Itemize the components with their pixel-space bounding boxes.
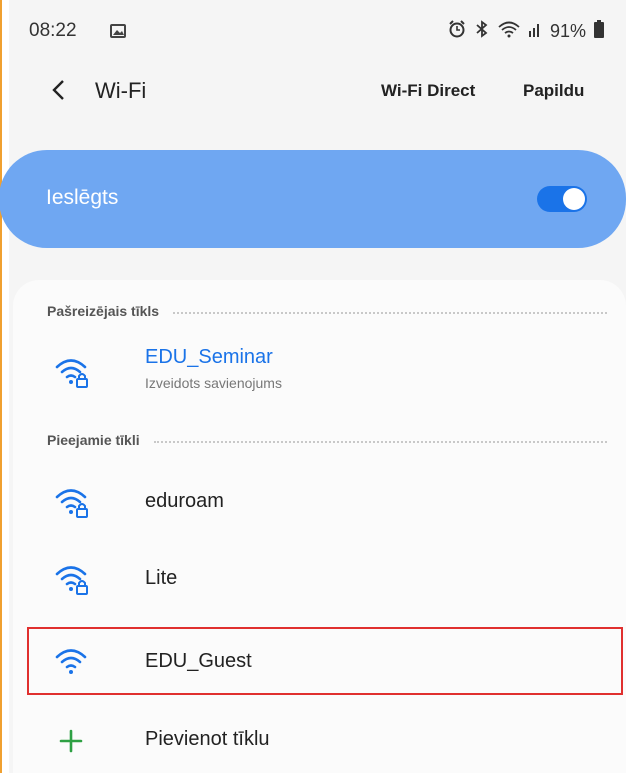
highlight-box (27, 627, 623, 695)
switch-knob (563, 188, 585, 210)
add-network-label: Pievienot tīklu (145, 728, 270, 750)
available-networks-header: Pieejamie tīkli (47, 432, 607, 448)
network-list-card: Pašreizējais tīkls EDU_Seminar Izveidots… (13, 280, 626, 773)
wifi-toggle-switch[interactable] (537, 186, 587, 212)
network-name: Lite (145, 567, 178, 589)
app-header: Wi-Fi Wi-Fi Direct Papildu (9, 64, 626, 124)
wifi-direct-button[interactable]: Wi-Fi Direct (381, 81, 475, 101)
plus-icon (55, 723, 91, 757)
battery-icon (594, 20, 604, 43)
battery-percent: 91% (549, 21, 586, 41)
frame-edge (0, 0, 2, 773)
section-divider (153, 441, 607, 443)
wifi-toggle-label: Ieslēgts (46, 186, 119, 209)
network-name-current: EDU_Seminar (145, 346, 273, 368)
back-icon[interactable] (45, 76, 73, 104)
phone-screen: 08:22 91% Wi-Fi Wi-Fi Direct Papildu Ies… (0, 0, 626, 773)
section-label-current: Pašreizējais tīkls (47, 303, 160, 319)
network-item-lite[interactable]: Lite (13, 547, 626, 611)
network-item-edu-seminar[interactable]: EDU_Seminar Izveidots savienojums (13, 340, 626, 404)
more-button[interactable]: Papildu (523, 81, 584, 101)
status-time: 08:22 (29, 20, 77, 41)
signal-icon (528, 21, 542, 42)
status-icons: 91% (448, 20, 604, 43)
wifi-lock-icon (55, 562, 91, 596)
wifi-lock-icon (55, 355, 91, 389)
network-status-current: Izveidots savienojums (145, 375, 282, 391)
network-item-eduroam[interactable]: eduroam (13, 470, 626, 534)
page-title: Wi-Fi (95, 78, 147, 103)
add-network-item[interactable]: Pievienot tīklu (13, 708, 626, 772)
section-divider (173, 312, 607, 314)
image-notification-icon (110, 24, 126, 43)
bluetooth-icon (474, 20, 490, 43)
wifi-lock-icon (55, 485, 91, 519)
current-network-header: Pašreizējais tīkls (47, 303, 607, 319)
alarm-icon (448, 20, 466, 43)
network-name: eduroam (145, 490, 224, 512)
status-bar: 08:22 91% (9, 0, 626, 64)
wifi-status-icon (498, 20, 520, 43)
section-label-available: Pieejamie tīkli (47, 432, 140, 448)
wifi-toggle-card[interactable]: Ieslēgts (0, 150, 626, 248)
